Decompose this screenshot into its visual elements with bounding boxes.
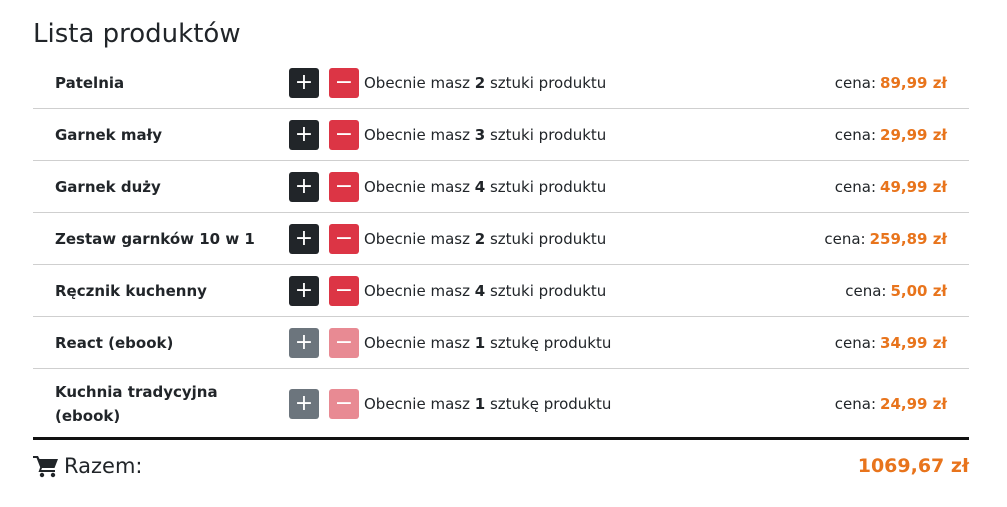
- product-row: Patelnia + − Obecnie masz 2 sztuki produ…: [33, 57, 969, 109]
- quantity-unit: sztukę produktu: [489, 333, 612, 352]
- decrease-quantity-button[interactable]: −: [329, 67, 359, 98]
- product-price: cena: 259,89 zł: [824, 213, 947, 264]
- price-label: cena:: [824, 229, 866, 248]
- product-row: Garnek duży + − Obecnie masz 4 sztuki pr…: [33, 161, 969, 213]
- increase-quantity-button[interactable]: +: [289, 327, 319, 358]
- product-row: Kuchnia tradycyjna (ebook) + − Obecnie m…: [33, 369, 969, 438]
- quantity-unit: sztukę produktu: [489, 394, 612, 413]
- quantity-controls: + − Obecnie masz 3 sztuki produktu: [289, 109, 606, 160]
- page-title: Lista produktów: [33, 19, 241, 49]
- quantity-value: 4: [474, 177, 486, 196]
- price-value: 34,99 zł: [880, 333, 947, 352]
- product-name: Ręcznik kuchenny: [55, 281, 207, 300]
- quantity-value: 2: [474, 73, 486, 92]
- price-label: cena:: [834, 177, 877, 196]
- price-label: cena:: [845, 281, 887, 300]
- quantity-text: Obecnie masz 1 sztukę produktu: [364, 394, 612, 413]
- decrease-quantity-button[interactable]: −: [329, 388, 359, 419]
- shopping-cart-icon: [33, 456, 58, 478]
- price-value: 24,99 zł: [880, 394, 947, 413]
- price-value: 29,99 zł: [880, 125, 947, 144]
- product-name: Patelnia: [55, 73, 125, 92]
- quantity-text: Obecnie masz 4 sztuki produktu: [364, 177, 607, 196]
- price-value: 259,89 zł: [869, 229, 947, 248]
- increase-quantity-button[interactable]: +: [289, 275, 319, 306]
- product-price: cena: 24,99 zł: [835, 369, 947, 438]
- total-divider: [33, 437, 969, 440]
- quantity-value: 4: [474, 281, 486, 300]
- product-list-page: Lista produktów Patelnia + − Obecnie mas…: [0, 0, 1007, 507]
- product-price: cena: 5,00 zł: [845, 265, 947, 316]
- quantity-value: 1: [474, 394, 486, 413]
- product-row: React (ebook) + − Obecnie masz 1 sztukę …: [33, 317, 969, 369]
- price-value: 5,00 zł: [890, 281, 947, 300]
- increase-quantity-button[interactable]: +: [289, 388, 319, 419]
- total-row: Razem: 1069,67 zł: [33, 448, 969, 484]
- quantity-text: Obecnie masz 2 sztuki produktu: [364, 229, 607, 248]
- quantity-controls: + − Obecnie masz 1 sztukę produktu: [289, 369, 611, 438]
- product-row: Zestaw garnków 10 w 1 + − Obecnie masz 2…: [33, 213, 969, 265]
- quantity-unit: sztuki produktu: [489, 177, 607, 196]
- price-label: cena:: [834, 73, 877, 92]
- product-price: cena: 34,99 zł: [835, 317, 947, 368]
- quantity-controls: + − Obecnie masz 4 sztuki produktu: [289, 161, 606, 212]
- quantity-text: Obecnie masz 3 sztuki produktu: [364, 125, 607, 144]
- increase-quantity-button[interactable]: +: [289, 223, 319, 254]
- product-name: Garnek mały: [55, 125, 162, 144]
- quantity-controls: + − Obecnie masz 2 sztuki produktu: [289, 57, 606, 108]
- quantity-unit: sztuki produktu: [489, 281, 607, 300]
- quantity-unit: sztuki produktu: [489, 73, 607, 92]
- product-price: cena: 49,99 zł: [835, 161, 947, 212]
- quantity-unit: sztuki produktu: [489, 125, 607, 144]
- quantity-text: Obecnie masz 4 sztuki produktu: [364, 281, 607, 300]
- quantity-text: Obecnie masz 1 sztukę produktu: [364, 333, 612, 352]
- price-label: cena:: [834, 394, 877, 413]
- total-value: 1069,67 zł: [857, 455, 969, 477]
- product-name: React (ebook): [55, 333, 174, 352]
- price-value: 89,99 zł: [880, 73, 947, 92]
- price-value: 49,99 zł: [880, 177, 947, 196]
- quantity-unit: sztuki produktu: [489, 229, 607, 248]
- product-row: Ręcznik kuchenny + − Obecnie masz 4 sztu…: [33, 265, 969, 317]
- decrease-quantity-button[interactable]: −: [329, 171, 359, 202]
- quantity-text: Obecnie masz 2 sztuki produktu: [364, 73, 607, 92]
- decrease-quantity-button[interactable]: −: [329, 327, 359, 358]
- quantity-controls: + − Obecnie masz 2 sztuki produktu: [289, 213, 606, 264]
- product-price: cena: 29,99 zł: [835, 109, 947, 160]
- product-row: Garnek mały + − Obecnie masz 3 sztuki pr…: [33, 109, 969, 161]
- product-price: cena: 89,99 zł: [835, 57, 947, 108]
- product-name: Zestaw garnków 10 w 1: [55, 229, 255, 248]
- product-name: Garnek duży: [55, 177, 161, 196]
- quantity-controls: + − Obecnie masz 4 sztuki produktu: [289, 265, 606, 316]
- price-label: cena:: [834, 125, 877, 144]
- total-label: Razem:: [64, 454, 143, 478]
- product-list: Patelnia + − Obecnie masz 2 sztuki produ…: [33, 57, 969, 438]
- increase-quantity-button[interactable]: +: [289, 171, 319, 202]
- decrease-quantity-button[interactable]: −: [329, 223, 359, 254]
- decrease-quantity-button[interactable]: −: [329, 119, 359, 150]
- quantity-value: 2: [474, 229, 486, 248]
- increase-quantity-button[interactable]: +: [289, 67, 319, 98]
- quantity-value: 3: [474, 125, 486, 144]
- decrease-quantity-button[interactable]: −: [329, 275, 359, 306]
- quantity-controls: + − Obecnie masz 1 sztukę produktu: [289, 317, 611, 368]
- quantity-value: 1: [474, 333, 486, 352]
- product-name: Kuchnia tradycyjna (ebook): [55, 382, 218, 425]
- increase-quantity-button[interactable]: +: [289, 119, 319, 150]
- price-label: cena:: [834, 333, 877, 352]
